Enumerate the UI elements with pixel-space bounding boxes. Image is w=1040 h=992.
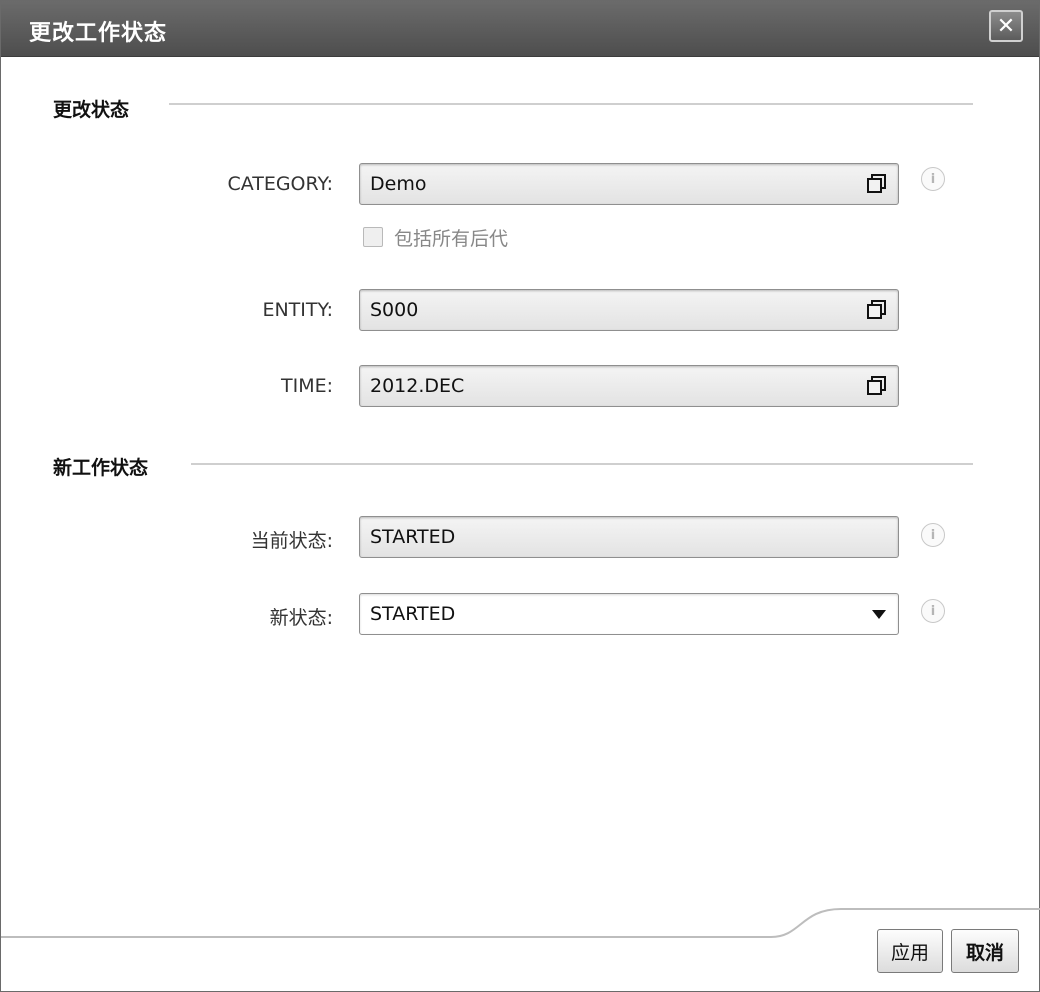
category-field[interactable]: Demo bbox=[359, 163, 899, 205]
info-icon[interactable]: i bbox=[921, 599, 945, 623]
include-descendants-label: 包括所有后代 bbox=[394, 228, 509, 250]
dialog-title: 更改工作状态 bbox=[29, 21, 168, 46]
category-label: CATEGORY: bbox=[227, 173, 333, 195]
close-icon: ✕ bbox=[996, 13, 1016, 39]
current-status-value: STARTED bbox=[370, 526, 456, 548]
info-icon[interactable]: i bbox=[921, 523, 945, 547]
apply-button[interactable]: 应用 bbox=[877, 929, 943, 973]
dialog-titlebar: 更改工作状态 ✕ bbox=[1, 1, 1039, 57]
close-button[interactable]: ✕ bbox=[989, 10, 1023, 42]
section-divider bbox=[191, 463, 973, 465]
copy-icon[interactable] bbox=[866, 375, 888, 397]
copy-icon[interactable] bbox=[866, 173, 888, 195]
new-status-label: 新状态: bbox=[269, 607, 333, 629]
time-field[interactable]: 2012.DEC bbox=[359, 365, 899, 407]
change-work-status-dialog: 更改工作状态 ✕ 更改状态 CATEGORY: Demo i 包括所有后代 EN… bbox=[0, 0, 1040, 992]
info-icon[interactable]: i bbox=[921, 167, 945, 191]
new-status-select[interactable]: STARTED bbox=[359, 593, 899, 635]
copy-icon[interactable] bbox=[866, 299, 888, 321]
time-value: 2012.DEC bbox=[370, 375, 465, 397]
entity-field[interactable]: S000 bbox=[359, 289, 899, 331]
section-divider bbox=[169, 103, 973, 105]
dropdown-arrow-icon[interactable] bbox=[872, 610, 886, 620]
category-value: Demo bbox=[370, 173, 427, 195]
current-status-field: STARTED bbox=[359, 516, 899, 558]
include-descendants-checkbox[interactable] bbox=[363, 227, 383, 247]
entity-label: ENTITY: bbox=[262, 299, 333, 321]
current-status-label: 当前状态: bbox=[250, 530, 333, 552]
section-title-change-status: 更改状态 bbox=[53, 95, 138, 122]
time-label: TIME: bbox=[280, 375, 333, 397]
entity-value: S000 bbox=[370, 299, 419, 321]
new-status-value: STARTED bbox=[370, 603, 456, 625]
cancel-button[interactable]: 取消 bbox=[951, 929, 1019, 973]
section-title-new-work-status: 新工作状态 bbox=[53, 453, 157, 480]
